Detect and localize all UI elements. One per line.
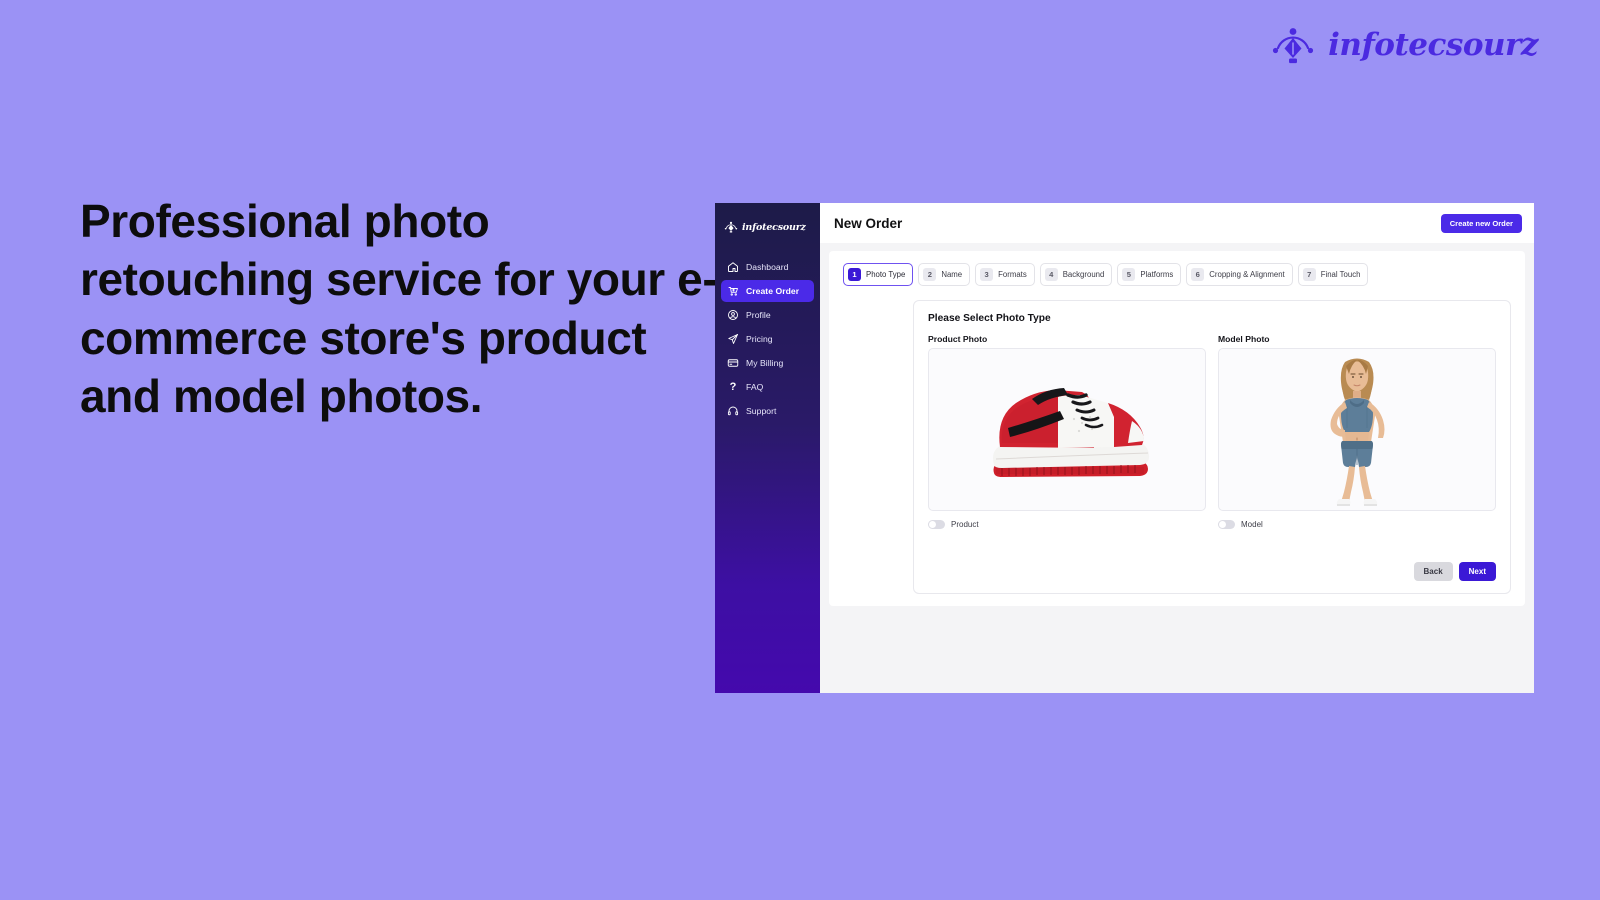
photo-type-panel: Please Select Photo Type Product Photo P…: [913, 300, 1511, 594]
step-label: Final Touch: [1320, 270, 1361, 279]
brand-name: infotecsourz: [1328, 27, 1538, 63]
sidebar-item-label: Pricing: [746, 334, 773, 344]
toggle-label: Model: [1241, 520, 1263, 529]
cart-plus-icon: [727, 285, 739, 297]
step-number: 4: [1044, 268, 1058, 281]
step-background[interactable]: 4 Background: [1039, 263, 1113, 286]
paper-plane-icon: [727, 333, 739, 345]
sidebar-nav: Dashboard Create Order Profile Pricing M…: [715, 256, 820, 422]
page-title: New Order: [834, 215, 903, 231]
step-label: Photo Type: [866, 270, 906, 279]
step-number: 6: [1191, 268, 1205, 281]
sidebar-item-my-billing[interactable]: My Billing: [721, 352, 814, 374]
product-photo-thumbnail[interactable]: [928, 348, 1206, 511]
step-number: 7: [1302, 268, 1316, 281]
sidebar-item-create-order[interactable]: Create Order: [721, 280, 814, 302]
toggle-label: Product: [951, 520, 979, 529]
product-toggle-row: Product: [928, 520, 1206, 529]
step-label: Platforms: [1140, 270, 1174, 279]
sidebar-item-label: Profile: [746, 310, 771, 320]
female-model-athletic-wear-photo: [1297, 349, 1417, 510]
sidebar-item-faq[interactable]: ? FAQ: [721, 376, 814, 398]
option-model-photo: Model Photo Model: [1218, 334, 1496, 529]
step-photo-type[interactable]: 1 Photo Type: [843, 263, 914, 286]
sidebar: infotecsourz Dashboard Create Order Prof…: [715, 203, 820, 693]
back-button[interactable]: Back: [1413, 562, 1453, 581]
create-new-order-button[interactable]: Create new Order: [1440, 213, 1522, 233]
brand-logo: infotecsourz: [1270, 22, 1538, 68]
step-number: 2: [923, 268, 937, 281]
main-content: New Order Create new Order 1 Photo Type …: [820, 203, 1534, 693]
sidebar-item-profile[interactable]: Profile: [721, 304, 814, 326]
sidebar-item-label: Dashboard: [746, 262, 789, 272]
option-heading: Model Photo: [1218, 334, 1270, 344]
step-number: 1: [848, 268, 861, 281]
sidebar-item-label: Support: [746, 406, 777, 416]
product-toggle[interactable]: [928, 520, 945, 529]
question-mark-icon: ?: [729, 381, 737, 393]
next-button[interactable]: Next: [1458, 562, 1496, 581]
sidebar-brand: infotecsourz: [715, 215, 820, 234]
option-product-photo: Product Photo Product: [928, 334, 1206, 529]
sidebar-item-label: My Billing: [746, 358, 784, 368]
step-formats[interactable]: 3 Formats: [975, 263, 1035, 286]
sidebar-brand-label: infotecsourz: [742, 221, 806, 233]
panel-title: Please Select Photo Type: [928, 313, 1051, 324]
step-platforms[interactable]: 5 Platforms: [1117, 263, 1182, 286]
step-cropping-alignment[interactable]: 6 Cropping & Alignment: [1186, 263, 1293, 286]
step-label: Formats: [998, 270, 1027, 279]
step-label: Background: [1062, 270, 1105, 279]
order-wizard-card: 1 Photo Type 2 Name 3 Formats 4 Backgrou…: [829, 251, 1525, 606]
wizard-actions: Back Next: [928, 554, 1496, 581]
wizard-stepper: 1 Photo Type 2 Name 3 Formats 4 Backgrou…: [843, 263, 1511, 286]
model-toggle[interactable]: [1218, 520, 1235, 529]
step-label: Name: [941, 270, 963, 279]
headset-icon: [727, 405, 739, 417]
step-name[interactable]: 2 Name: [918, 263, 971, 286]
page-headline: Professional photo retouching service fo…: [80, 195, 718, 423]
app-window-screenshot: infotecsourz Dashboard Create Order Prof…: [715, 203, 1534, 693]
sidebar-item-support[interactable]: Support: [721, 400, 814, 422]
credit-card-icon: [727, 357, 739, 369]
model-photo-thumbnail[interactable]: [1218, 348, 1496, 511]
step-final-touch[interactable]: 7 Final Touch: [1297, 263, 1369, 286]
pen-tool-icon: [724, 220, 738, 234]
photo-type-options: Product Photo Product Model Photo Model: [928, 334, 1496, 529]
topbar: New Order Create new Order: [820, 203, 1534, 243]
sidebar-item-dashboard[interactable]: Dashboard: [721, 256, 814, 278]
sidebar-item-label: Create Order: [746, 286, 800, 296]
step-number: 5: [1122, 268, 1136, 281]
model-toggle-row: Model: [1218, 520, 1496, 529]
user-circle-icon: [727, 309, 739, 321]
sidebar-item-label: FAQ: [746, 382, 764, 392]
home-icon: [727, 261, 739, 273]
red-white-sneaker-photo: [972, 354, 1162, 505]
option-heading: Product Photo: [928, 334, 988, 344]
content-area: 1 Photo Type 2 Name 3 Formats 4 Backgrou…: [820, 243, 1534, 693]
step-number: 3: [980, 268, 994, 281]
step-label: Cropping & Alignment: [1209, 270, 1285, 279]
pen-tool-icon: [1270, 22, 1316, 68]
sidebar-item-pricing[interactable]: Pricing: [721, 328, 814, 350]
